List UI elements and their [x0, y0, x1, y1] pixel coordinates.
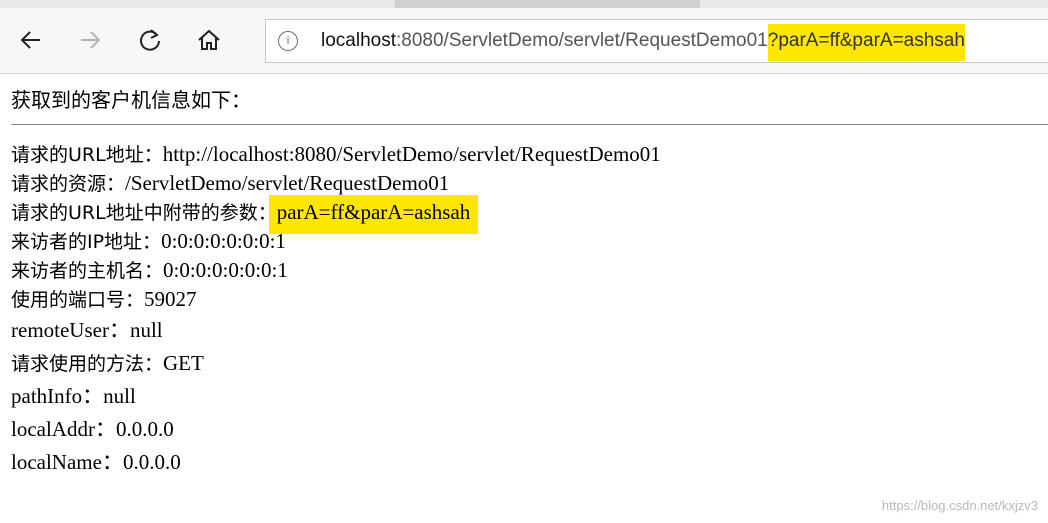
- page-content: 获取到的客户机信息如下：: [11, 85, 251, 115]
- info-row-local-name: localName：0.0.0.0: [11, 446, 661, 479]
- info-row-request-uri: 请求的资源：/ServletDemo/servlet/RequestDemo01: [11, 169, 661, 198]
- address-bar[interactable]: i localhost:8080/ServletDemo/servlet/Req…: [265, 19, 1048, 63]
- watermark: https://blog.csdn.net/kxjzv3: [881, 498, 1038, 513]
- info-row-remote-port: 使用的端口号：59027: [11, 285, 661, 314]
- row-label: 请求的资源：: [11, 173, 126, 195]
- info-icon[interactable]: i: [278, 31, 298, 51]
- info-row-local-addr: localAddr：0.0.0.0: [11, 413, 661, 446]
- info-row-path-info: pathInfo：null: [11, 380, 661, 413]
- info-row-request-url: 请求的URL地址：http://localhost:8080/ServletDe…: [11, 140, 661, 169]
- forward-button[interactable]: [72, 22, 108, 58]
- info-row-remote-host: 来访者的主机名：0:0:0:0:0:0:0:1: [11, 256, 661, 285]
- url-query-highlighted: ?parA=ff&parA=ashsah: [767, 24, 965, 61]
- row-label: localName：: [11, 450, 123, 474]
- info-row-method: 请求使用的方法：GET: [11, 347, 661, 380]
- back-button[interactable]: [13, 22, 49, 58]
- row-label: 请求使用的方法：: [11, 353, 164, 375]
- row-label: 使用的端口号：: [11, 289, 145, 311]
- row-label: 请求的URL地址：: [11, 144, 163, 166]
- row-value: 59027: [144, 287, 197, 311]
- refresh-button[interactable]: [132, 22, 168, 58]
- row-value-highlighted: parA=ff&parA=ashsah: [268, 195, 479, 234]
- row-value: 0.0.0.0: [122, 450, 181, 474]
- row-value: null: [129, 318, 163, 342]
- row-value: 0:0:0:0:0:0:0:1: [163, 258, 288, 282]
- url-text[interactable]: localhost:8080/ServletDemo/servlet/Reque…: [321, 24, 965, 61]
- back-arrow-icon: [20, 31, 40, 49]
- row-label: 请求的URL地址中附带的参数：: [11, 202, 277, 224]
- url-host: localhost: [321, 30, 396, 51]
- home-icon: [198, 29, 220, 50]
- row-value: /ServletDemo/servlet/RequestDemo01: [125, 171, 450, 195]
- info-row-remote-user: remoteUser：null: [11, 314, 661, 347]
- row-value: http://localhost:8080/ServletDemo/servle…: [162, 142, 661, 166]
- refresh-icon: [140, 29, 160, 51]
- page-heading: 获取到的客户机信息如下：: [11, 88, 251, 112]
- tab-strip: [0, 0, 1048, 8]
- row-label: 来访者的主机名：: [11, 260, 164, 282]
- tab-strip-segment: [395, 0, 700, 8]
- row-label: remoteUser：: [11, 318, 130, 342]
- row-value: GET: [163, 351, 204, 375]
- row-label: 来访者的IP地址：: [11, 231, 162, 253]
- info-list: 请求的URL地址：http://localhost:8080/ServletDe…: [11, 140, 661, 479]
- home-button[interactable]: [191, 22, 227, 58]
- info-row-query-string: 请求的URL地址中附带的参数：parA=ff&parA=ashsah: [11, 195, 661, 234]
- url-path: :8080/ServletDemo/servlet/RequestDemo01: [396, 30, 768, 51]
- row-label: pathInfo：: [11, 384, 104, 408]
- row-value: 0.0.0.0: [115, 417, 174, 441]
- row-value: 0:0:0:0:0:0:0:1: [161, 229, 286, 253]
- forward-arrow-icon: [81, 31, 101, 49]
- row-label: localAddr：: [11, 417, 116, 441]
- row-value: null: [103, 384, 136, 408]
- browser-toolbar: i localhost:8080/ServletDemo/servlet/Req…: [0, 8, 1048, 74]
- horizontal-rule: [11, 124, 1048, 125]
